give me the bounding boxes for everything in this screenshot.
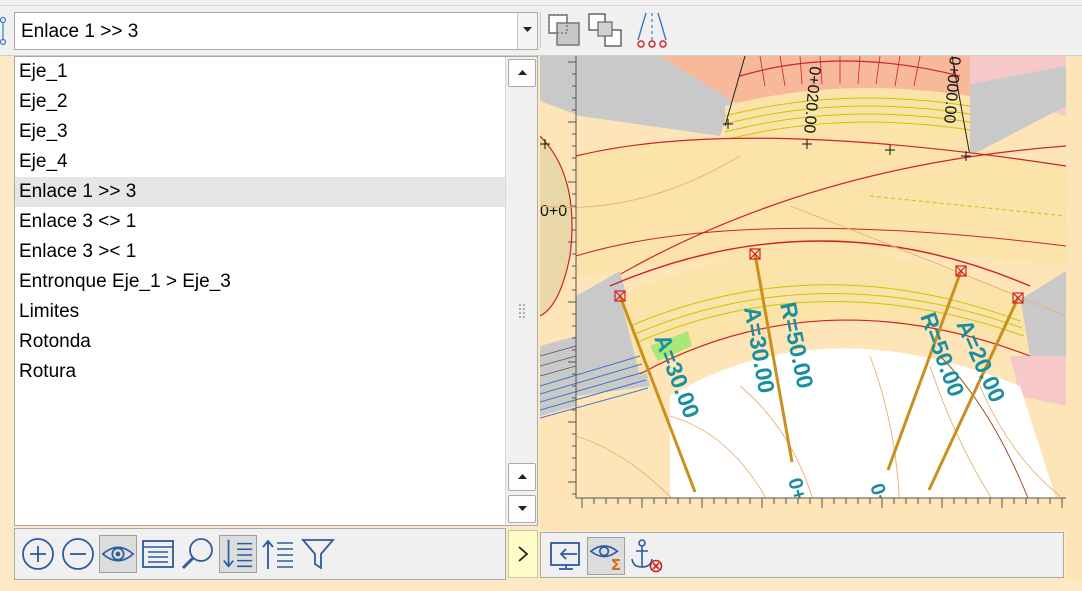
toolbar-separator (0, 5, 1082, 6)
svg-text:Σ: Σ (611, 556, 621, 574)
list-item[interactable]: Enlace 3 <> 1 (15, 207, 507, 237)
bottom-background (0, 580, 1082, 591)
move-layers-icon[interactable] (586, 10, 626, 50)
chevron-down-icon (523, 27, 532, 32)
eye-sum-icon[interactable]: Σ (587, 537, 625, 575)
alignment-handle-icon[interactable] (0, 16, 8, 46)
expand-panel-button[interactable] (508, 530, 538, 578)
list-item[interactable]: Eje_2 (15, 87, 507, 117)
list-item[interactable]: Enlace 1 >> 3 (15, 177, 507, 207)
scroll-grip-icon[interactable] (518, 303, 526, 321)
list-item[interactable]: Eje_1 (15, 57, 507, 87)
road-markers-icon[interactable] (632, 10, 672, 50)
toolbar-divider (540, 12, 541, 48)
import-icon[interactable] (547, 537, 585, 575)
properties-icon[interactable] (139, 535, 177, 573)
list-item[interactable]: Eje_4 (15, 147, 507, 177)
list-item[interactable]: Rotonda (15, 327, 507, 357)
sort-descending-icon[interactable] (219, 535, 257, 573)
list-item[interactable]: Entronque Eje_1 > Eje_3 (15, 267, 507, 297)
station-label-3: 0+0 (540, 203, 567, 220)
copy-layers-icon[interactable] (544, 10, 584, 50)
list-item[interactable]: Limites (15, 297, 507, 327)
search-icon[interactable] (179, 535, 217, 573)
list-scrollbar[interactable] (505, 57, 537, 525)
list-toolbar (14, 528, 506, 580)
arrow-down-icon (518, 506, 527, 511)
arrow-up-icon (518, 70, 527, 75)
scroll-track[interactable] (509, 93, 535, 457)
alignment-list[interactable]: Eje_1 Eje_2 Eje_3 Eje_4 Enlace 1 >> 3 Enlace … (14, 56, 538, 526)
scroll-down-button[interactable] (508, 495, 536, 523)
anchor-remove-icon[interactable] (627, 537, 665, 575)
list-item[interactable]: Enlace 3 >< 1 (15, 237, 507, 267)
zoom-in-icon[interactable] (19, 535, 57, 573)
arrow-up-icon (518, 474, 527, 479)
alignment-select-value: Enlace 1 >> 3 (21, 21, 139, 42)
zoom-out-icon[interactable] (59, 535, 97, 573)
map-toolbar: Σ (540, 532, 1064, 578)
dropdown-arrow-button[interactable] (517, 13, 537, 49)
sort-ascending-icon[interactable] (259, 535, 297, 573)
scroll-up-button-bottom[interactable] (508, 463, 536, 491)
alignment-select[interactable]: Enlace 1 >> 3 (14, 12, 538, 50)
filter-icon[interactable] (299, 535, 337, 573)
map-drawing: 0+020.00 0+000.00 0+0 A=30.00 A=30.00 R=… (540, 56, 1066, 530)
right-background (1066, 56, 1082, 591)
map-view[interactable]: 0+020.00 0+000.00 0+0 A=30.00 A=30.00 R=… (540, 56, 1066, 530)
list-item[interactable]: Eje_3 (15, 117, 507, 147)
list-item[interactable]: Rotura (15, 357, 507, 387)
top-toolbar: Enlace 1 >> 3 (0, 0, 1082, 56)
chevron-right-icon (518, 546, 529, 562)
eye-icon[interactable] (99, 535, 137, 573)
scroll-up-button[interactable] (508, 59, 536, 87)
